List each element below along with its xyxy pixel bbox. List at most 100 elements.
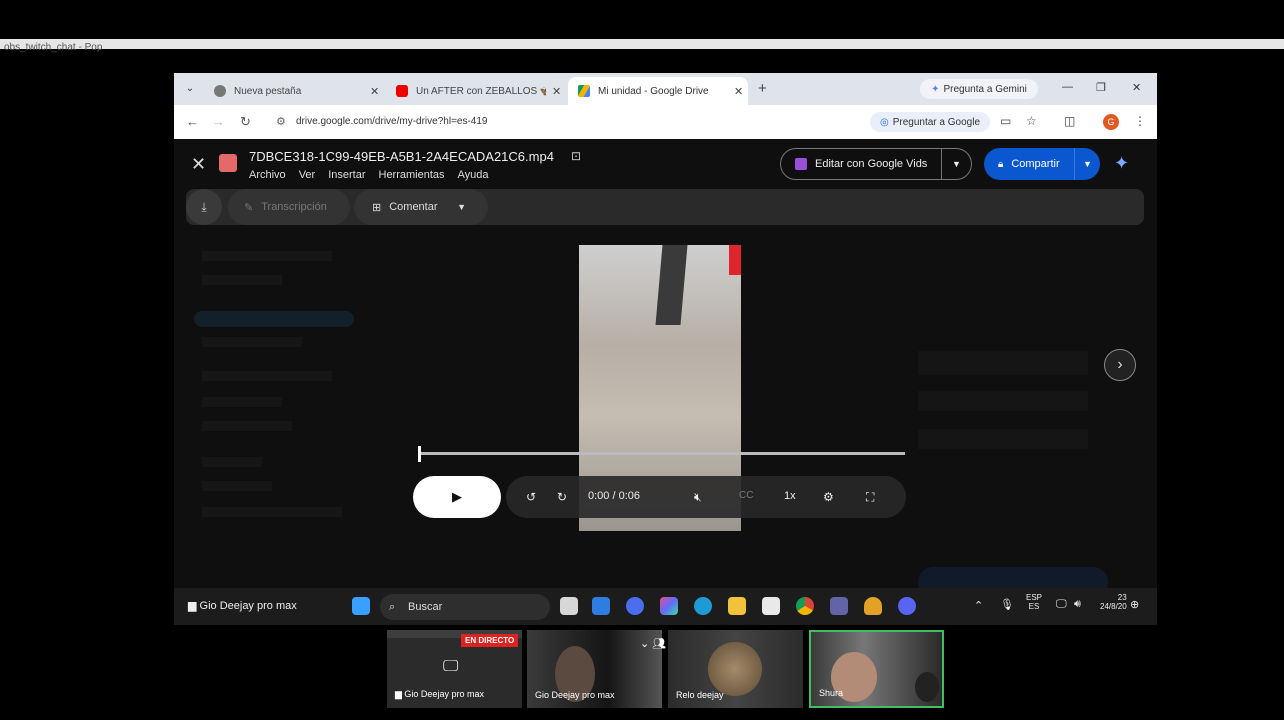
playback-speed[interactable]: 1x: [784, 490, 796, 502]
taskbar-window-label[interactable]: ▆ Gio Deejay pro max: [188, 599, 297, 612]
monitor-icon: ▆: [188, 600, 200, 612]
background-sidebar-item: [202, 397, 282, 407]
rewind-10-icon[interactable]: ↺: [526, 490, 536, 504]
forward-icon[interactable]: →: [212, 114, 225, 129]
background-sidebar-item: [202, 481, 272, 491]
gemini-button[interactable]: ✦ Pregunta a Gemini: [920, 79, 1038, 99]
live-badge: EN DIRECTO: [461, 634, 519, 647]
bookmark-star-icon[interactable]: ☆: [1026, 114, 1037, 128]
cam-tile-shura[interactable]: Shura: [809, 630, 944, 708]
captions-icon[interactable]: CC: [739, 490, 753, 501]
tab-strip: ⌄ Nueva pestaña ✕ Un AFTER con ZEBALLOS …: [174, 73, 1157, 105]
tab-youtube[interactable]: Un AFTER con ZEBALLOS 🦋 | L ✕: [386, 77, 566, 105]
chevron-down-icon[interactable]: ▼: [941, 149, 971, 179]
ask-google-button[interactable]: ◎ Preguntar a Google: [870, 112, 990, 132]
edit-with-vids-button[interactable]: Editar con Google Vids ▼: [780, 148, 972, 180]
new-tab-button[interactable]: +: [758, 80, 767, 97]
drive-icon: [578, 85, 590, 97]
url-field[interactable]: ⚙ drive.google.com/drive/my-drive?hl=es-…: [266, 110, 858, 134]
mute-icon[interactable]: 🔇︎: [694, 490, 702, 505]
gemini-spark-icon[interactable]: ✦: [1114, 153, 1129, 174]
chrome-taskbar-icon[interactable]: [796, 597, 814, 615]
video-progress-knob[interactable]: [418, 446, 421, 462]
file-explorer-icon[interactable]: [728, 597, 746, 615]
close-tab-icon[interactable]: ✕: [734, 85, 743, 98]
extensions-icon[interactable]: ◫: [1064, 114, 1075, 128]
chevron-down-icon[interactable]: ▼: [1074, 148, 1100, 180]
windows-start-icon[interactable]: [352, 597, 370, 615]
gemini-icon: ✦: [931, 83, 940, 95]
minimize-icon[interactable]: —: [1062, 81, 1073, 93]
cam-tile-relo[interactable]: Relo deejay: [668, 630, 803, 708]
menu-insertar[interactable]: Insertar: [328, 169, 365, 181]
download-icon[interactable]: ⤓: [186, 189, 222, 225]
viewer-menu-bar: Archivo Ver Insertar Herramientas Ayuda: [249, 169, 489, 181]
video-content-shadow: [655, 245, 688, 325]
restore-icon[interactable]: ❐: [1096, 81, 1106, 94]
volume-icon[interactable]: 🔊︎: [1074, 598, 1081, 611]
video-content-red: [729, 245, 741, 275]
reload-icon[interactable]: ↻: [240, 114, 251, 130]
chrome-menu-icon[interactable]: ⋮: [1134, 114, 1146, 128]
menu-ver[interactable]: Ver: [299, 169, 316, 181]
background-sidebar-item: [202, 457, 262, 467]
background-sidebar-item: [202, 337, 302, 347]
people-icon[interactable]: 👥︎: [652, 638, 666, 650]
close-tab-icon[interactable]: ✕: [552, 85, 561, 98]
clock[interactable]: 23 24/8/20: [1100, 593, 1127, 611]
close-viewer-icon[interactable]: ✕: [191, 154, 206, 175]
edit-with-vids-label: Editar con Google Vids: [815, 158, 928, 170]
move-to-folder-icon[interactable]: ⊡: [571, 149, 581, 163]
network-icon[interactable]: 🖵︎: [1056, 598, 1067, 611]
task-view-icon[interactable]: [560, 597, 578, 615]
teams-icon[interactable]: [830, 597, 848, 615]
play-button[interactable]: ▶: [413, 476, 501, 518]
language-indicator[interactable]: ESP ES: [1026, 593, 1042, 611]
settings-gear-icon[interactable]: ⚙: [823, 490, 834, 504]
edge-icon[interactable]: [694, 597, 712, 615]
close-tab-icon[interactable]: ✕: [370, 85, 379, 98]
cast-icon[interactable]: ▭: [1000, 114, 1011, 128]
microphone-icon[interactable]: 🎙︎: [1000, 598, 1014, 611]
background-sidebar-item: [202, 251, 332, 261]
mail-icon[interactable]: [592, 597, 610, 615]
host-window-titlebar: [0, 39, 1284, 49]
comment-button[interactable]: ⊞ Comentar ▼: [354, 189, 488, 225]
menu-ayuda[interactable]: Ayuda: [458, 169, 489, 181]
video-progress-bar[interactable]: [419, 452, 905, 455]
tab-new-tab[interactable]: Nueva pestaña ✕: [204, 77, 384, 105]
store-icon[interactable]: [762, 597, 780, 615]
taskbar-search[interactable]: ⌕ Buscar: [380, 594, 550, 620]
chevron-up-icon[interactable]: ⌃: [974, 599, 983, 612]
forward-10-icon[interactable]: ↻: [557, 490, 567, 504]
back-icon[interactable]: ←: [186, 114, 199, 129]
transcription-label: Transcripción: [261, 201, 327, 213]
tab-google-drive[interactable]: Mi unidad - Google Drive ✕: [568, 77, 748, 105]
tab-search-icon[interactable]: ⌄: [182, 81, 198, 97]
share-button[interactable]: 🔒︎ Compartir ▼: [984, 148, 1100, 180]
cam-tile-screen[interactable]: EN DIRECTO 🖵︎ ▆ Gio Deejay pro max: [387, 630, 522, 708]
widget-icon[interactable]: [626, 597, 644, 615]
background-sidebar-item: [202, 507, 342, 517]
next-file-arrow[interactable]: ›: [1104, 349, 1136, 381]
vids-icon: [795, 158, 807, 170]
shield-icon[interactable]: [864, 597, 882, 615]
chevron-down-icon[interactable]: ⌄: [640, 638, 649, 650]
profile-avatar[interactable]: G: [1103, 114, 1119, 130]
close-window-icon[interactable]: ✕: [1132, 81, 1141, 94]
discord-icon[interactable]: [898, 597, 916, 615]
background-panel: [918, 429, 1088, 449]
menu-herramientas[interactable]: Herramientas: [379, 169, 445, 181]
menu-archivo[interactable]: Archivo: [249, 169, 286, 181]
transcription-button[interactable]: ✎ Transcripción: [228, 189, 350, 225]
address-bar-row: ← → ↻ ⚙ drive.google.com/drive/my-drive?…: [174, 105, 1157, 139]
youtube-icon: [396, 85, 408, 97]
ask-google-label: Preguntar a Google: [892, 116, 980, 128]
copilot-icon[interactable]: [660, 597, 678, 615]
clock-time: 23: [1117, 593, 1127, 602]
zoom-magnifier-icon[interactable]: ⊕: [1130, 598, 1139, 611]
background-sidebar-item: [194, 311, 354, 327]
fullscreen-icon[interactable]: ⛶: [866, 490, 874, 505]
site-info-icon[interactable]: ⚙: [276, 110, 286, 134]
chevron-down-icon[interactable]: ▼: [457, 189, 466, 225]
